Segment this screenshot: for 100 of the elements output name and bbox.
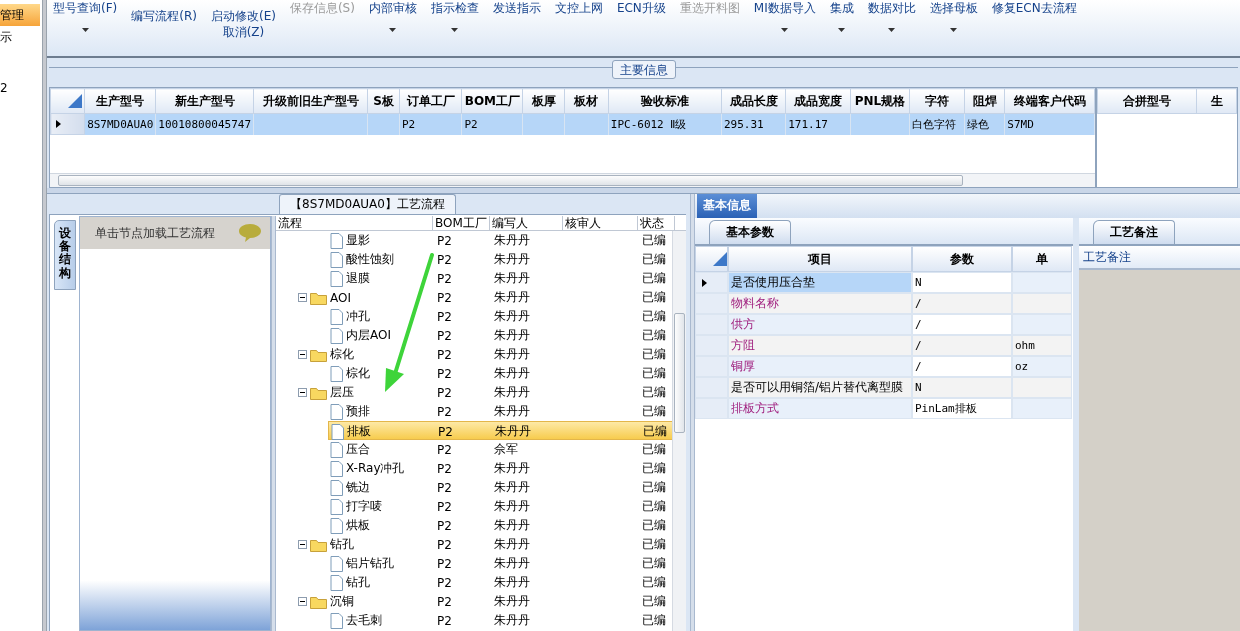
ribbon-button[interactable]: 内部审核 [368,0,417,16]
tree-node-label[interactable]: AOI [330,290,351,305]
column-header[interactable]: S板 [367,88,400,114]
tree-node-label[interactable]: 压合 [346,441,370,458]
tree-node-label[interactable]: 内层AOI [346,327,391,344]
collapse-icon[interactable] [298,540,307,549]
tree-node-label[interactable]: X-Ray冲孔 [346,460,405,477]
column-header[interactable]: 生 [1196,88,1237,114]
ribbon-button[interactable]: ECN升级 [616,0,666,16]
tree-node-label[interactable]: 去毛刺 [346,612,382,629]
table-cell-text: 朱丹丹 [493,517,531,534]
nav-item[interactable]: 2 [0,78,40,130]
ribbon-button[interactable]: 编写流程(R) [131,8,197,24]
vertical-scrollbar[interactable] [672,231,686,631]
table-cell-text: 已编 [641,612,667,629]
collapse-icon[interactable] [298,597,307,606]
nav-item[interactable]: 管理 [0,4,40,26]
tree-node-label[interactable]: 打字唛 [346,498,382,515]
table-cell-text: P2 [436,518,453,533]
ribbon-button[interactable]: MI数据导入 [753,0,816,16]
column-header[interactable]: PNL规格 [850,88,910,114]
tree-node-label[interactable]: 显影 [346,232,370,249]
tree-node-label[interactable]: 铣边 [346,479,370,496]
table-row[interactable]: 供方 / [695,314,1073,335]
table-cell-text: 朱丹丹 [493,308,531,325]
column-header[interactable]: 阻焊 [964,88,1005,114]
column-header[interactable]: 参数 [912,246,1012,272]
nav-item[interactable]: 示 [0,26,40,78]
table-row[interactable]: 方阻 / ohm [695,335,1073,356]
table-cell-text: P2 [436,575,453,590]
ribbon-button[interactable]: 选择母板 [929,0,978,16]
collapse-icon[interactable] [298,388,307,397]
ribbon-button[interactable]: 取消(Z) [222,24,265,40]
tree-node-label[interactable]: 排板 [347,423,371,440]
table-row[interactable]: 铜厚 / oz [695,356,1073,377]
tree-node-label[interactable]: 钻孔 [346,574,370,591]
tab[interactable]: 基本信息 [697,194,757,218]
tree-node-label[interactable]: 层压 [330,384,354,401]
horizontal-scrollbar[interactable] [50,173,1095,187]
ribbon-button[interactable]: 集成 [829,0,854,16]
column-header[interactable]: BOM工厂 [433,216,490,230]
document-icon [330,517,343,534]
tree-node-label[interactable]: 酸性蚀刻 [346,251,394,268]
table-row[interactable]: 8S7MD0AUA0 10010800045747 P2 P2 IPC-6012 Ⅱ级 295.31 171.17 白色字符 绿色 S7MD [50,113,1095,135]
table-cell-text: 已编 [641,536,667,553]
collapse-icon[interactable] [298,293,307,302]
ribbon-button[interactable]: 数据对比 [867,0,916,16]
column-header[interactable]: 板材 [564,88,609,114]
column-header[interactable]: 板厚 [522,88,565,114]
tree-node-label[interactable]: 棕化 [346,365,370,382]
corner-icon [713,252,727,266]
ribbon-button[interactable]: 发送指示 [492,0,541,16]
column-header[interactable]: 订单工厂 [399,88,462,114]
collapse-icon[interactable] [298,350,307,359]
column-header[interactable]: 核审人 [563,216,638,230]
ribbon-button[interactable]: 修复ECN去流程 [991,0,1077,16]
table-row[interactable]: 物料名称 / [695,293,1073,314]
column-header[interactable]: 成品宽度 [785,88,851,114]
column-header[interactable]: 终端客户代码 [1004,88,1095,114]
tree-node-label[interactable]: 烘板 [346,517,370,534]
table-row[interactable]: 是否可以用铜箔/铝片替代离型膜 N [695,377,1073,398]
table-cell: / [912,356,1012,377]
table-cell-text: P2 [436,461,453,476]
tree-node-label[interactable]: 钻孔 [330,536,354,553]
tab[interactable]: 工艺备注 [1093,220,1175,244]
column-header[interactable]: 单 [1012,246,1072,272]
ribbon-button[interactable]: 型号查询(F) [53,0,118,16]
column-header[interactable]: 项目 [728,246,912,272]
table-cell-text: 已编 [641,460,667,477]
tree-node-label[interactable]: 棕化 [330,346,354,363]
selected-tree-row[interactable]: 排板 P2 朱丹丹 已编 [328,421,675,440]
tree-node-label[interactable]: 退膜 [346,270,370,287]
column-header[interactable]: 生产型号 [84,88,156,114]
column-header[interactable]: 新生产型号 [155,88,254,114]
table-cell-text: P2 [436,290,453,305]
column-header[interactable]: 合拼型号 [1097,88,1197,114]
column-header[interactable]: 验收标准 [608,88,722,114]
document-icon [330,555,343,572]
table-cell-text: 已编 [642,423,668,440]
tab[interactable]: 基本参数 [709,220,791,244]
tree-node-label[interactable]: 铝片钻孔 [346,555,394,572]
ribbon-button[interactable]: 启动修改(E) [210,8,276,24]
ribbon-button[interactable]: 文控上网 [554,0,603,16]
table-cell-text: 朱丹丹 [493,327,531,344]
column-header[interactable]: 状态 [638,216,675,230]
tree-node-label[interactable]: 预排 [346,403,370,420]
column-header[interactable]: 成品长度 [721,88,786,114]
column-header[interactable]: BOM工厂 [461,88,523,114]
column-header[interactable]: 流程 [276,216,433,230]
column-header[interactable]: 升级前旧生产型号 [253,88,368,114]
ribbon-button[interactable]: 指示检查 [430,0,479,16]
table-row[interactable]: 是否使用压合垫 N [695,272,1073,293]
column-header[interactable]: 编写人 [490,216,563,230]
tree-node-label[interactable]: 冲孔 [346,308,370,325]
tree-node-label[interactable]: 沉铜 [330,593,354,610]
table-cell-text: 朱丹丹 [493,536,531,553]
side-tab[interactable]: 设备结构 [54,220,76,290]
column-header[interactable]: 字符 [909,88,965,114]
table-row[interactable]: 排板方式 PinLam排板 [695,398,1073,419]
table-cell-text: 朱丹丹 [493,612,531,629]
